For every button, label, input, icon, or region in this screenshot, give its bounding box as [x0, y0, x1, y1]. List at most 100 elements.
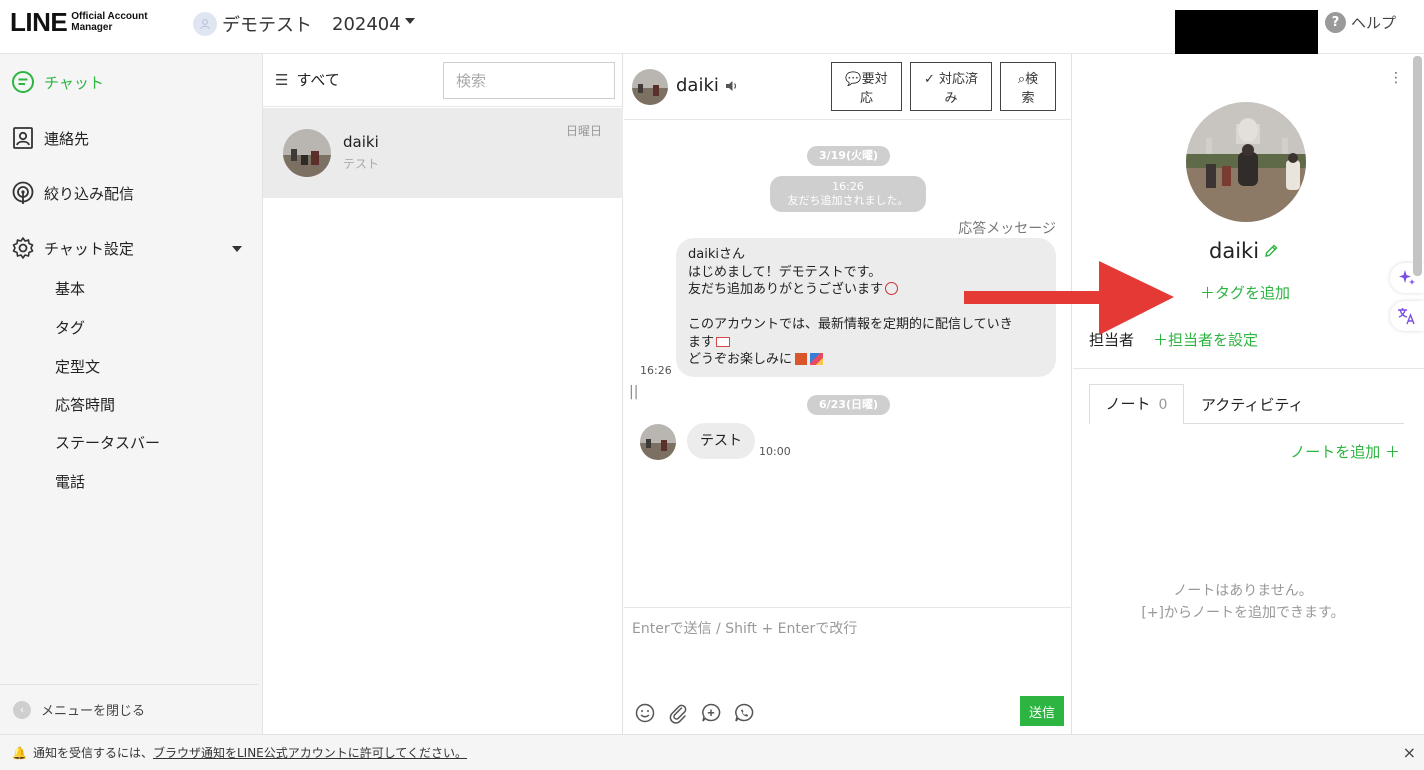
more-options-icon[interactable]: ⋮ [1389, 70, 1403, 86]
notification-text: 通知を受信するには、 [32, 746, 153, 760]
empty-notes-message: ノートはありません。 [1173, 583, 1313, 599]
sidebar: チャット 連絡先 絞り込み配信 チャット設定 基本 タグ 定型文 応答時間 ステ… [0, 54, 263, 734]
speaker-icon[interactable] [725, 80, 738, 95]
sidebar-item-label: 連絡先 [44, 129, 90, 148]
notification-bar: 🔔 通知を受信するには、ブラウザ通知をLINE公式アカウントに許可してください。 … [0, 734, 1424, 770]
line-logo[interactable]: LINE Official Account Manager [10, 9, 148, 35]
help-label: ヘルプ [1351, 14, 1397, 32]
top-header: LINE Official Account Manager デモテスト 2024… [0, 0, 1424, 63]
add-template-icon[interactable] [700, 702, 722, 724]
close-icon[interactable]: × [1403, 735, 1416, 770]
profile-avatar[interactable] [1186, 102, 1306, 222]
contact-icon [10, 125, 36, 151]
edit-pencil-icon[interactable] [1263, 243, 1279, 263]
logo-main-text: LINE [10, 7, 68, 37]
emoji-icon[interactable] [634, 702, 656, 724]
gift-emoji-icon [795, 353, 808, 365]
empty-notes-hint: [+]からノートを追加できます。 [1141, 605, 1345, 621]
account-switcher[interactable]: デモテスト 202404 [193, 11, 415, 37]
sidebar-item-label: チャット設定 [44, 239, 134, 258]
account-month: 202404 [332, 13, 401, 35]
help-link[interactable]: ? ヘルプ [1325, 12, 1396, 33]
chevron-down-icon [404, 18, 415, 24]
auto-reply-label: 応答メッセージ [958, 221, 1056, 237]
sidebar-subitem-response-hours[interactable]: 応答時間 [55, 394, 115, 415]
phone-call-icon[interactable] [733, 702, 755, 724]
help-icon: ? [1325, 12, 1346, 33]
party-emoji-icon [810, 353, 824, 365]
sidebar-item-chat-settings[interactable]: チャット設定 [10, 235, 134, 261]
tab-activity[interactable]: アクティビティ [1201, 394, 1303, 415]
sidebar-item-chat[interactable]: チャット [10, 69, 104, 95]
sidebar-subitem-templates[interactable]: 定型文 [55, 356, 100, 377]
conversation-title: daiki [676, 75, 719, 96]
close-menu-label: メニューを閉じる [41, 704, 146, 719]
chat-list-item[interactable]: daiki テスト 日曜日 [263, 108, 623, 198]
notes-count: 0 [1158, 397, 1168, 413]
chevron-left-icon: ‹ [13, 700, 31, 719]
sidebar-item-label: チャット [44, 73, 104, 92]
paperclip-icon[interactable] [667, 702, 689, 724]
message-composer: 送信 [624, 607, 1072, 734]
sidebar-subitem-basic[interactable]: 基本 [55, 278, 85, 299]
avatar [283, 129, 331, 177]
conversation-header: daiki 💬要対応 ✓ 対応済み ⌕検索 [624, 54, 1072, 120]
emoji-icon [885, 282, 899, 295]
chat-list-panel: ☰ すべて daiki テスト 日曜日 [263, 54, 623, 734]
account-name: デモテスト [222, 15, 312, 36]
notification-permission-link[interactable]: ブラウザ通知をLINE公式アカウントに許可してください。 [153, 746, 467, 760]
message-input[interactable] [624, 608, 1072, 688]
sidebar-subitem-phone[interactable]: 電話 [55, 471, 85, 492]
message-bubble[interactable]: テスト [687, 423, 755, 459]
add-tag-button[interactable]: ＋タグを追加 [1200, 282, 1290, 303]
avatar[interactable] [640, 424, 676, 460]
annotation-arrow [964, 261, 1174, 335]
menu-icon: ☰ [275, 70, 289, 89]
divider [1073, 368, 1424, 369]
system-message: 16:26 友だち追加されました。 [770, 176, 926, 212]
chevron-down-icon[interactable] [232, 246, 242, 252]
profile-name: daiki [1209, 239, 1260, 263]
comment-check-icon: ✓ [923, 71, 935, 87]
sidebar-subitem-tags[interactable]: タグ [55, 317, 85, 338]
bell-icon: 🔔 [12, 746, 27, 760]
chat-list-header: ☰ すべて [263, 54, 623, 107]
chat-contact-name: daiki [343, 133, 379, 151]
tab-notes[interactable]: ノート 0 [1089, 384, 1184, 424]
chat-last-message: テスト [343, 157, 380, 171]
send-button[interactable]: 送信 [1020, 696, 1064, 726]
broadcast-icon [10, 180, 36, 206]
needs-action-button[interactable]: 💬要対応 [831, 62, 902, 111]
sidebar-item-broadcast[interactable]: 絞り込み配信 [10, 180, 134, 206]
envelope-emoji-icon [716, 336, 731, 347]
avatar[interactable] [632, 69, 668, 105]
translate-button[interactable] [1390, 301, 1424, 331]
logo-sub-text: Official Account Manager [71, 11, 148, 33]
add-note-button[interactable]: ノートを追加 ＋ [1290, 441, 1400, 462]
resize-handle[interactable]: || [629, 384, 638, 400]
search-button[interactable]: ⌕検索 [1000, 62, 1056, 111]
scrollbar[interactable] [1413, 56, 1422, 276]
chat-date: 日曜日 [565, 124, 602, 138]
resolved-button[interactable]: ✓ 対応済み [910, 62, 992, 111]
chat-icon [10, 69, 36, 95]
message-time: 10:00 [759, 445, 791, 458]
message-area: 3/19(火曜) 16:26 友だち追加されました。 応答メッセージ daiki… [624, 121, 1072, 607]
translate-icon [1398, 308, 1415, 325]
search-input[interactable] [443, 62, 615, 99]
date-separator: 6/23(日曜) [807, 395, 890, 415]
account-avatar-icon [193, 12, 217, 36]
profile-panel: ⋮ daiki ＋タグを追加 担当者 ＋担当者を設定 ノート 0 アクティビティ … [1073, 54, 1424, 734]
filter-label: すべて [296, 71, 340, 89]
sidebar-subitem-status-bar[interactable]: ステータスバー [55, 432, 160, 453]
gear-icon [10, 235, 36, 261]
comment-icon: 💬 [845, 71, 862, 87]
divider [1184, 423, 1404, 424]
message-time: 16:26 [640, 364, 672, 377]
conversation-panel: daiki 💬要対応 ✓ 対応済み ⌕検索 3/19(火曜) 16:26 友だち… [624, 54, 1072, 734]
sidebar-item-contacts[interactable]: 連絡先 [10, 125, 89, 151]
sidebar-item-label: 絞り込み配信 [44, 184, 135, 203]
close-menu-button[interactable]: ‹ メニューを閉じる [0, 684, 258, 734]
filter-dropdown[interactable]: ☰ すべて [275, 69, 340, 90]
date-separator: 3/19(火曜) [807, 146, 890, 166]
